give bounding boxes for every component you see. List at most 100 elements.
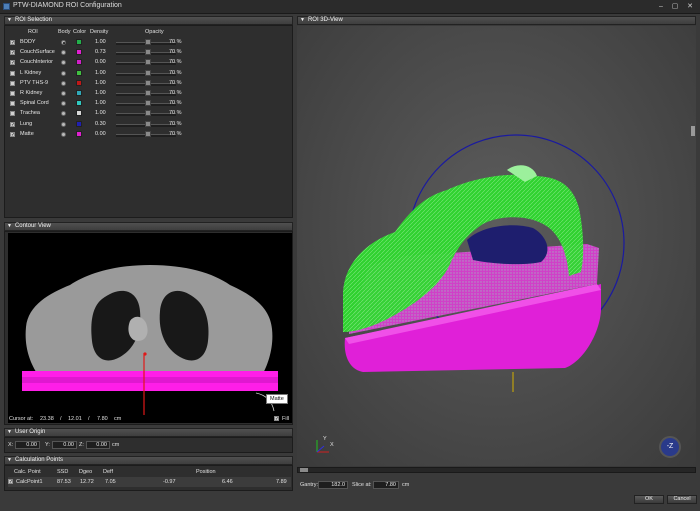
maximize-icon[interactable]: ▢ [670, 3, 680, 10]
minimize-icon[interactable]: – [656, 3, 666, 10]
roi-body-radio[interactable] [61, 101, 66, 107]
roi-opacity-slider-thumb[interactable] [145, 100, 151, 107]
roi-row[interactable]: ✓ CouchInterior 0.00 70 % [8, 58, 291, 68]
roi-body-radio[interactable] [61, 121, 66, 127]
axis-y-label: Y [323, 436, 327, 442]
roi-color-swatch[interactable] [76, 120, 82, 127]
roi-name: L Kidney [20, 69, 42, 76]
origin-z-input[interactable]: 0.00 [86, 441, 110, 449]
roi-visible-checkbox[interactable] [10, 111, 15, 117]
roi-visible-checkbox[interactable]: ✓ [10, 60, 15, 66]
roi-color-swatch[interactable] [76, 69, 82, 76]
roi-density[interactable]: 1.00 [95, 80, 106, 86]
close-icon[interactable]: ✕ [685, 3, 695, 10]
roi-opacity-slider-thumb[interactable] [145, 69, 151, 76]
origin-y-input[interactable]: 0.00 [52, 441, 77, 449]
roi-color-swatch[interactable] [76, 49, 82, 56]
roi-body-radio[interactable] [61, 111, 66, 117]
col-density: Density [90, 29, 109, 35]
origin-unit: cm [112, 442, 120, 448]
roi-visible-checkbox[interactable] [10, 80, 15, 86]
view-orientation-gizmo[interactable]: -Z [659, 436, 681, 458]
roi-density[interactable]: 1.00 [95, 90, 106, 96]
roi-body-radio[interactable] [61, 80, 66, 86]
roi-density[interactable]: 0.30 [95, 121, 106, 127]
roi-row[interactable]: Spinal Cord 1.00 70 % [8, 99, 291, 109]
roi-opacity-slider-thumb[interactable] [145, 39, 151, 45]
origin-y-label: Y: [45, 442, 50, 448]
roi-3d-viewport[interactable]: X Y [297, 26, 696, 466]
roi-row[interactable]: ✓ CouchSurface 0.73 70 % [8, 48, 291, 58]
roi-density[interactable]: 0.00 [95, 59, 106, 65]
roi-row[interactable]: ✓ Matte 0.00 70 % [8, 130, 291, 140]
roi-opacity-slider-thumb[interactable] [145, 130, 151, 137]
roi-name: PTV THS-9 [20, 79, 49, 86]
roi-visible-checkbox[interactable]: ✓ [10, 131, 15, 137]
roi-visible-checkbox[interactable]: ✓ [10, 40, 15, 46]
roi-body-radio[interactable] [61, 50, 66, 56]
roi-opacity-slider-thumb[interactable] [145, 59, 151, 66]
calc-points-header[interactable]: ▼ Calculation Points [4, 456, 293, 465]
roi-row[interactable]: L Kidney 1.00 70 % [8, 69, 291, 79]
roi-opacity: 70 % [169, 49, 182, 56]
roi-density[interactable]: 1.00 [95, 70, 106, 76]
roi-color-swatch[interactable] [76, 130, 82, 137]
roi-visible-checkbox[interactable] [10, 101, 15, 107]
viewport-scroll-thumb[interactable] [691, 126, 695, 136]
cancel-button[interactable]: Cancel [667, 495, 697, 504]
roi-body-radio[interactable] [61, 131, 66, 137]
roi-color-swatch[interactable] [76, 110, 82, 117]
roi-color-swatch[interactable] [76, 90, 82, 96]
origin-x-input[interactable]: 0.00 [15, 441, 40, 449]
roi-visible-checkbox[interactable] [10, 91, 15, 96]
roi-row[interactable]: PTV THS-9 1.00 70 % [8, 79, 291, 89]
roi-row[interactable]: ✓ BODY 1.00 70 % [8, 38, 291, 48]
calc-point-pos-y: 6.46 [222, 479, 233, 485]
roi-opacity-slider-thumb[interactable] [145, 79, 151, 86]
roi-body-radio[interactable] [61, 40, 66, 45]
gantry-slider-thumb[interactable] [300, 468, 308, 472]
ok-button[interactable]: OK [634, 495, 664, 504]
table-row[interactable] [8, 477, 291, 487]
roi-selection-title: ROI Selection [14, 17, 52, 23]
contour-view-title: Contour View [14, 223, 51, 229]
roi-row[interactable]: Trachea 1.00 70 % [8, 109, 291, 119]
roi-color-swatch[interactable] [76, 59, 82, 66]
roi-body-radio[interactable] [61, 91, 66, 96]
cursor-z-value: 7.80 [97, 416, 108, 422]
slice-input[interactable]: 7.80 [373, 481, 399, 489]
roi-row[interactable]: R Kidney 1.00 70 % [8, 89, 291, 99]
roi-density[interactable]: 1.00 [95, 110, 106, 116]
roi-density[interactable]: 1.00 [95, 39, 106, 45]
roi-3d-header[interactable]: ▼ ROI 3D-View [297, 16, 696, 25]
roi-selection-header[interactable]: ▼ ROI Selection [4, 16, 293, 25]
gantry-input[interactable]: 182.0 [318, 481, 348, 489]
roi-density[interactable]: 0.00 [95, 131, 106, 137]
roi-visible-checkbox[interactable]: ✓ [10, 121, 15, 127]
roi-color-swatch[interactable] [76, 100, 82, 107]
roi-opacity: 70 % [169, 110, 182, 117]
roi-opacity-slider-thumb[interactable] [145, 110, 151, 117]
roi-visible-checkbox[interactable]: ✓ [10, 50, 15, 56]
roi-opacity-slider-thumb[interactable] [145, 49, 151, 56]
collapse-icon: ▼ [7, 223, 12, 229]
roi-color-swatch[interactable] [76, 39, 82, 45]
roi-row[interactable]: ✓ Lung 0.30 70 % [8, 120, 291, 130]
roi-body-radio[interactable] [61, 70, 66, 76]
roi-opacity-slider-thumb[interactable] [145, 90, 151, 96]
gantry-slider[interactable] [297, 467, 696, 473]
roi-name: CouchInterior [20, 59, 54, 66]
roi-opacity-slider-thumb[interactable] [145, 120, 151, 127]
roi-color-swatch[interactable] [76, 79, 82, 86]
user-origin-header[interactable]: ▼ User Origin [4, 428, 293, 437]
cursor-separator: / [88, 416, 90, 422]
roi-visible-checkbox[interactable] [10, 70, 15, 76]
calc-point-checkbox[interactable]: ✓ [8, 479, 13, 485]
contour-view-header[interactable]: ▼ Contour View [4, 222, 293, 231]
roi-density[interactable]: 1.00 [95, 100, 106, 106]
fill-checkbox[interactable]: ✓ [274, 416, 279, 422]
ct-slice-view[interactable] [8, 233, 292, 423]
collapse-icon: ▼ [7, 457, 12, 463]
roi-density[interactable]: 0.73 [95, 49, 106, 55]
roi-body-radio[interactable] [61, 60, 66, 66]
